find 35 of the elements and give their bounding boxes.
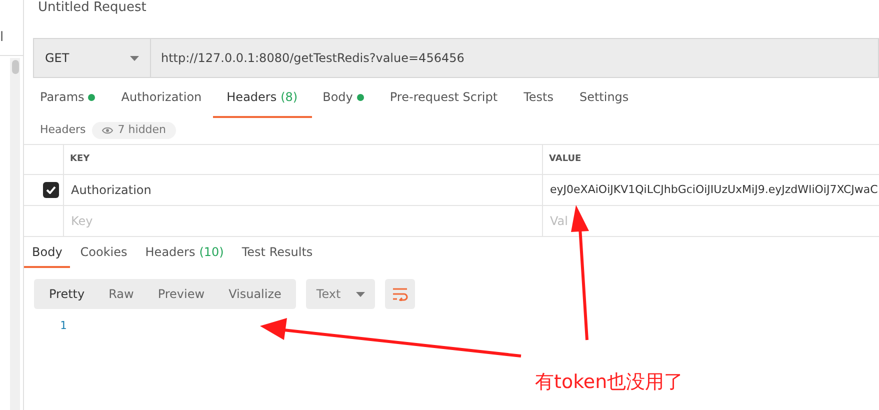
request-tab[interactable]: Body (322, 78, 365, 118)
request-tab[interactable]: Tests (522, 78, 554, 118)
sidebar-text: l (0, 29, 4, 47)
response-tab[interactable]: Cookies (72, 237, 136, 268)
response-tab[interactable]: Body (24, 237, 70, 268)
value-input[interactable]: Val (543, 206, 879, 236)
column-header: KEY (70, 152, 90, 166)
response-tab[interactable]: Test Results (234, 237, 321, 268)
view-mode-tab[interactable]: Raw (98, 279, 145, 309)
request-tab[interactable]: Pre-request Script (388, 78, 499, 118)
checkbox[interactable] (43, 182, 59, 198)
request-tab[interactable]: Headers (8) (212, 78, 312, 118)
view-mode-tab[interactable]: Visualize (218, 279, 292, 309)
wrap-button[interactable] (385, 279, 416, 309)
table-cell[interactable]: Authorization (64, 175, 543, 205)
view-mode-tab[interactable]: Preview (146, 279, 216, 309)
response-tab[interactable]: Headers (10) (137, 237, 232, 268)
request-tab[interactable]: Authorization (120, 78, 203, 118)
view-mode-tab[interactable]: Pretty (38, 279, 96, 309)
wrap-lines-icon (392, 287, 408, 301)
request-title: Untitled Request (38, 0, 146, 16)
key-input[interactable]: Key (64, 206, 543, 236)
hidden-headers-toggle[interactable]: 7 hidden (92, 122, 176, 138)
eye-icon (102, 126, 113, 134)
scrollbar-thumb[interactable] (12, 60, 18, 74)
check-icon (46, 186, 56, 194)
column-header: VALUE (549, 152, 582, 166)
annotation-text: 有token也没用了 (535, 370, 684, 395)
format-dropdown[interactable]: Text (306, 279, 376, 309)
request-tab[interactable]: Settings (578, 78, 630, 118)
table-cell[interactable]: eyJ0eXAiOiJKV1QiLCJhbGciOiJIUzUxMiJ9.eyJzdWIiOiJ7XCJwaC (543, 175, 879, 205)
headers-label: Headers (40, 122, 86, 138)
line-number: 1 (60, 318, 68, 334)
request-tab[interactable]: Params (39, 78, 96, 118)
caret-icon (356, 292, 366, 296)
